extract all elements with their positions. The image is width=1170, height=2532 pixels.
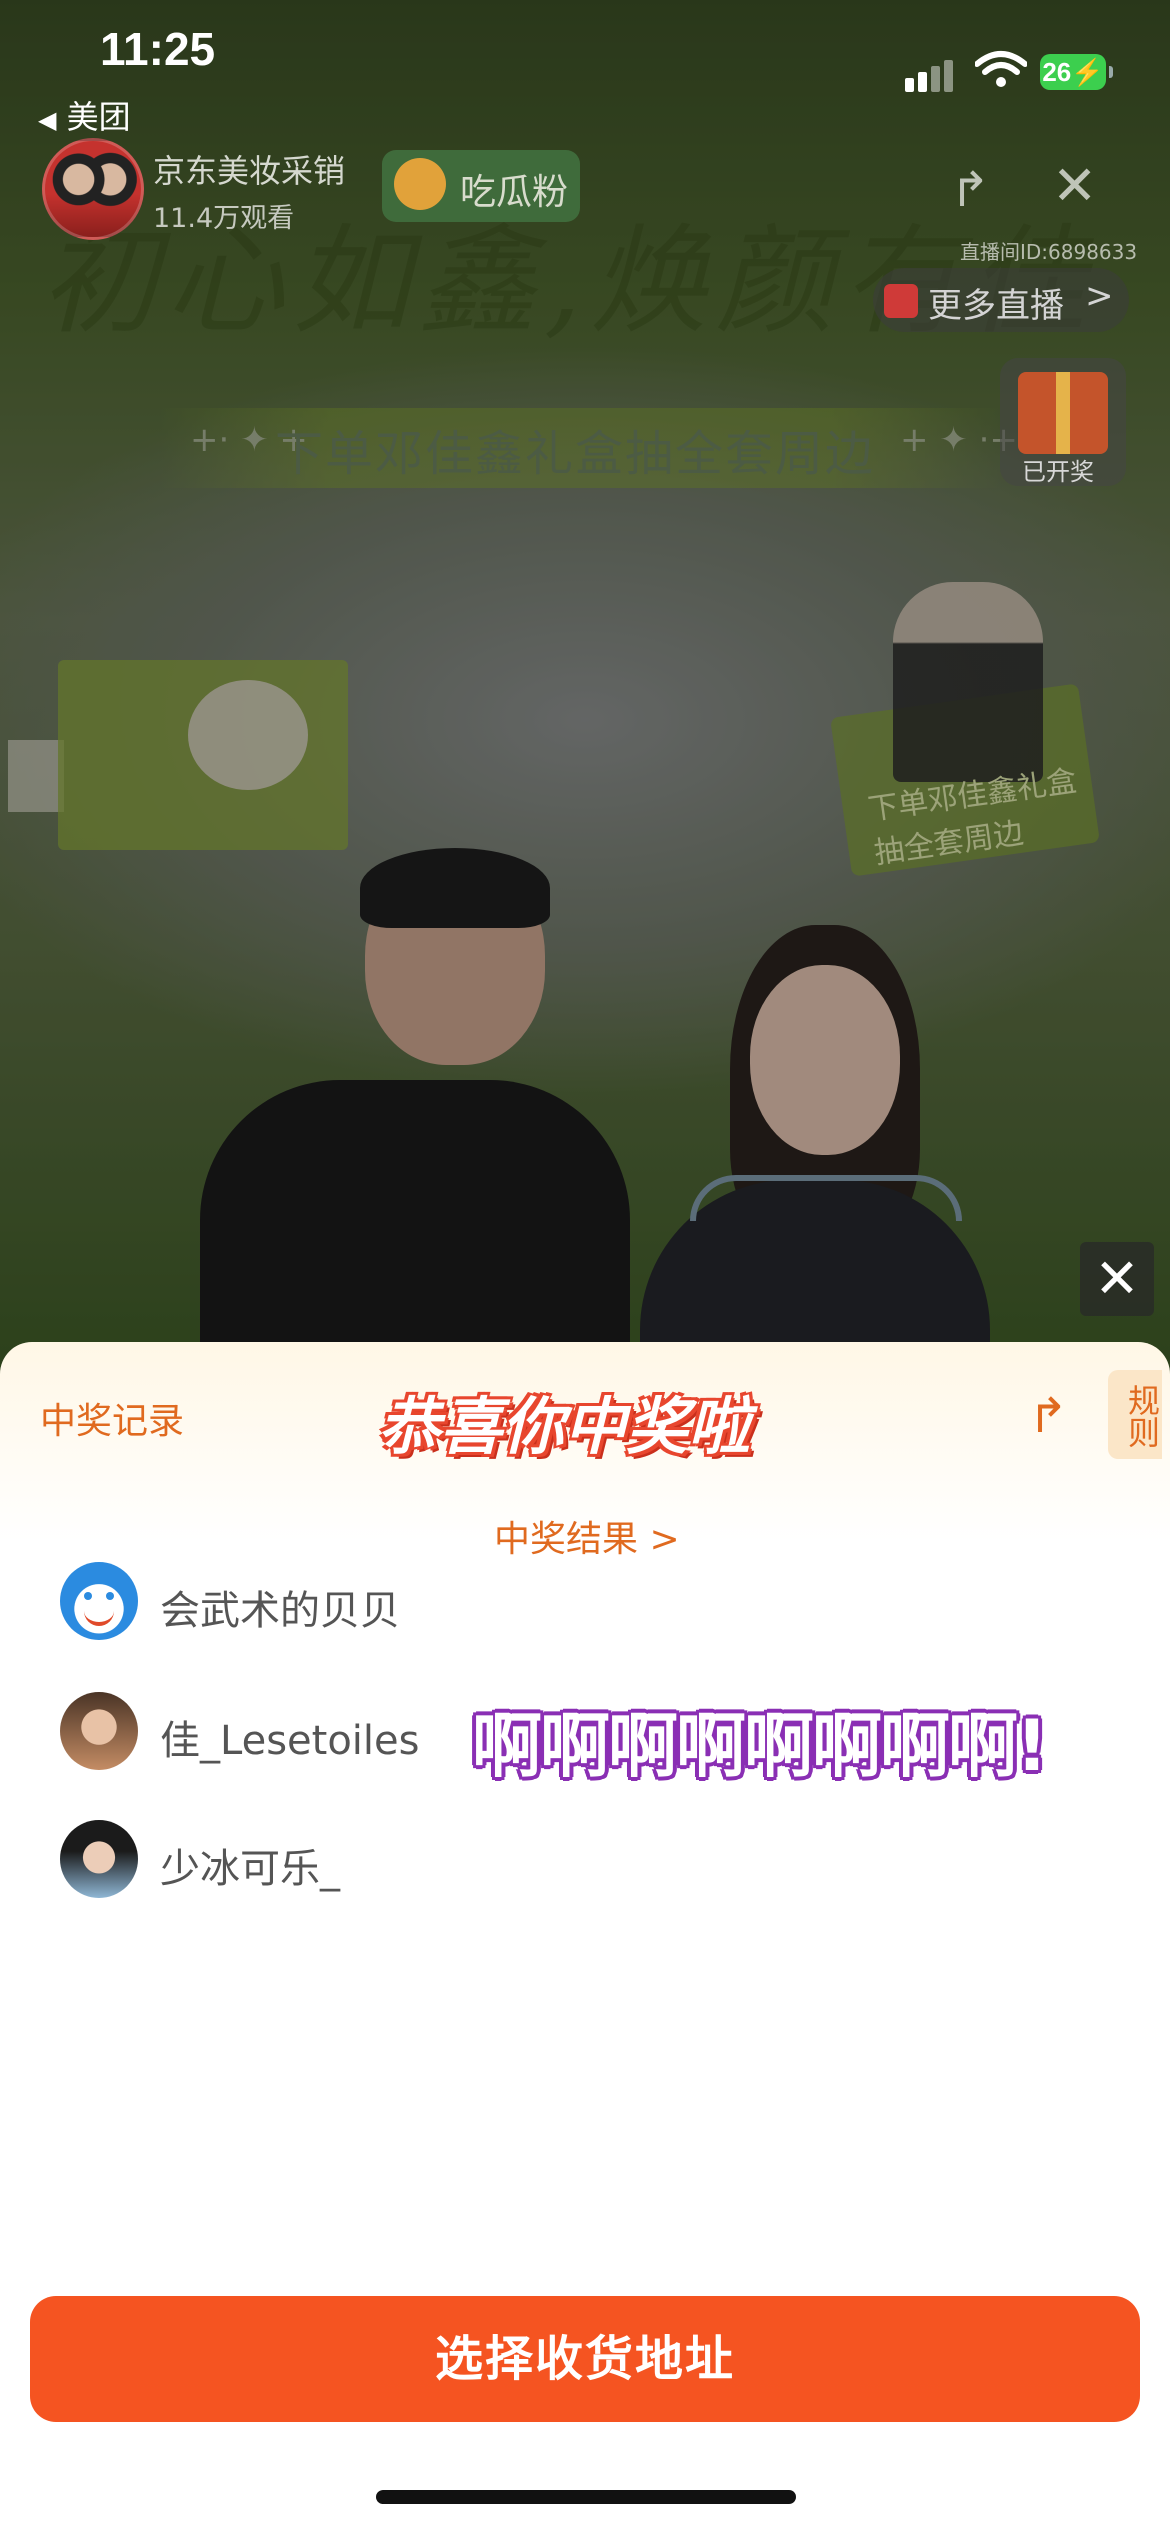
overlay-caption: 啊啊啊啊啊啊啊啊! xyxy=(472,1705,1048,1787)
fan-badge-label: 吃瓜粉 xyxy=(460,172,569,213)
back-app-label: 美团 xyxy=(66,98,131,136)
result-link[interactable]: 中奖结果 > xyxy=(494,1510,680,1562)
win-records-link[interactable]: 中奖记录 xyxy=(40,1392,184,1444)
status-bar: 11:25 ◀ 美团 26⚡ xyxy=(0,0,1170,150)
avatar-eye xyxy=(84,1592,92,1600)
fan-badge-icon xyxy=(394,158,446,210)
status-time: 11:25 xyxy=(100,23,216,75)
battery-icon: 26⚡ xyxy=(1040,54,1113,90)
avatar xyxy=(60,1562,138,1640)
viewer-count: 11.4万观看 xyxy=(153,203,295,234)
more-live-label: 更多直播 xyxy=(928,286,1064,326)
winner-name: 会武术的贝贝 xyxy=(160,1588,400,1634)
back-to-app[interactable]: ◀ 美团 xyxy=(38,92,131,138)
wifi-icon xyxy=(975,51,1027,87)
cellular-signal-icon xyxy=(905,60,953,92)
home-indicator[interactable] xyxy=(376,2490,796,2504)
chevron-right-icon: > xyxy=(1085,276,1114,316)
avatar xyxy=(60,1820,138,1898)
battery-level: 26 xyxy=(1042,57,1072,87)
winner-name: 少冰可乐_ xyxy=(160,1846,340,1892)
rules-tab[interactable]: 规则 xyxy=(1108,1370,1162,1459)
congrats-title: 恭喜你中奖啦 xyxy=(378,1390,751,1463)
gift-status-label: 已开奖 xyxy=(1022,458,1094,486)
select-address-button[interactable]: 选择收货地址 xyxy=(30,2296,1140,2422)
gift-ribbon xyxy=(1056,372,1070,454)
share-icon[interactable]: ↱ xyxy=(950,162,990,218)
close-live-icon[interactable]: ✕ xyxy=(1052,154,1097,217)
room-id: 直播间ID:6898633 xyxy=(960,240,1138,264)
winner-name: 佳_Lesetoiles xyxy=(160,1718,420,1764)
host-avatar[interactable] xyxy=(42,138,144,240)
back-triangle-icon: ◀ xyxy=(38,106,57,134)
avatar-eye xyxy=(106,1592,114,1600)
live-bars-icon xyxy=(884,284,918,318)
avatar xyxy=(60,1692,138,1770)
close-sheet-button[interactable]: ✕ xyxy=(1080,1242,1154,1316)
host-name[interactable]: 京东美妆采销 xyxy=(153,146,345,192)
share-result-icon[interactable]: ↱ xyxy=(1028,1388,1068,1444)
